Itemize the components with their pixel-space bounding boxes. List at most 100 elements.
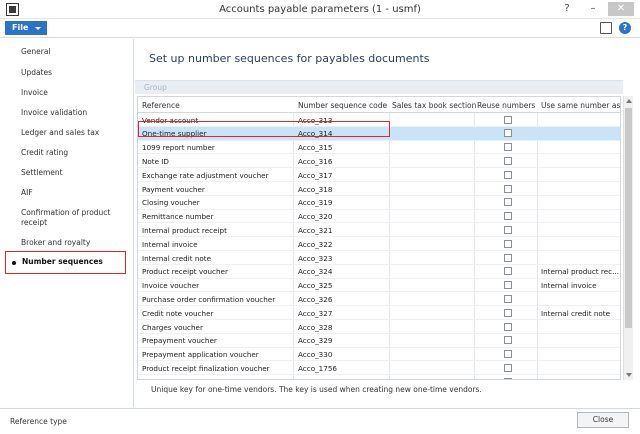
grid-scrollbar[interactable]: [623, 96, 633, 380]
reuse-numbers-checkbox[interactable]: [504, 225, 512, 234]
status-bar: Reference type Close: [0, 408, 640, 434]
cell-number-sequence-code[interactable]: Acco_320: [298, 212, 386, 221]
sidebar-item-invoice-validation[interactable]: Invoice validation: [5, 108, 126, 118]
reuse-numbers-checkbox[interactable]: [504, 336, 512, 345]
reuse-numbers-checkbox[interactable]: [504, 281, 512, 290]
reuse-numbers-checkbox[interactable]: [504, 129, 512, 138]
reuse-numbers-checkbox[interactable]: [504, 267, 512, 276]
cell-number-sequence-code[interactable]: Acco_317: [298, 171, 386, 180]
table-row[interactable]: Closing voucher Acco_319: [138, 196, 620, 210]
column-header-reuse-numbers[interactable]: Reuse numbers: [477, 101, 535, 110]
column-header-number-sequence-code[interactable]: Number sequence code: [298, 101, 387, 110]
scroll-down-icon[interactable]: [626, 373, 632, 377]
layout-icon[interactable]: [600, 22, 612, 34]
scroll-up-icon[interactable]: [626, 99, 632, 103]
table-row[interactable]: Credit note voucher Acco_327 Internal cred…: [138, 306, 620, 320]
sidebar-item-settlement[interactable]: Settlement: [5, 168, 126, 178]
cell-number-sequence-code[interactable]: Acco_322: [298, 240, 386, 249]
ribbon-bar: File ?: [0, 19, 640, 38]
reuse-numbers-checkbox[interactable]: [504, 350, 512, 359]
cell-reference: Product receipt voucher: [142, 267, 228, 277]
help-circle-icon[interactable]: ?: [619, 22, 631, 34]
sidebar-item-broker-royalty[interactable]: Broker and royalty: [5, 238, 126, 248]
reuse-numbers-checkbox[interactable]: [504, 377, 512, 379]
cell-number-sequence-code[interactable]: Acco_325: [298, 281, 386, 290]
reuse-numbers-checkbox[interactable]: [504, 143, 512, 152]
file-menu-button[interactable]: File: [5, 21, 47, 35]
minimize-icon[interactable]: –: [580, 2, 606, 16]
cell-number-sequence-code[interactable]: Acco_318: [298, 185, 386, 194]
cell-use-same-number-as[interactable]: Internal invoice: [541, 281, 619, 290]
table-row[interactable]: Prepayment application voucher Acco_330: [138, 348, 620, 362]
sidebar-item-invoice[interactable]: Invoice: [5, 88, 126, 98]
sidebar-item-aif[interactable]: AIF: [5, 188, 126, 198]
reuse-numbers-checkbox[interactable]: [504, 212, 512, 221]
cell-reference: Charges voucher: [142, 322, 203, 332]
cell-number-sequence-code[interactable]: Acco_319: [298, 198, 386, 207]
table-row[interactable]: Invoice voucher Acco_325 Internal invoice: [138, 279, 620, 293]
cell-use-same-number-as[interactable]: Internal credit note: [541, 309, 619, 318]
reuse-numbers-checkbox[interactable]: [504, 198, 512, 207]
close-button[interactable]: Close: [577, 412, 629, 428]
reuse-numbers-checkbox[interactable]: [504, 322, 512, 331]
reuse-numbers-checkbox[interactable]: [504, 156, 512, 165]
table-row[interactable]: Remittance number Acco_320: [138, 210, 620, 224]
cell-reference: Invoice voucher: [142, 281, 200, 291]
cell-reference: Internal invoice: [142, 239, 198, 249]
cell-number-sequence-code[interactable]: Acco_324: [298, 267, 386, 276]
cell-number-sequence-code[interactable]: Acco_1756: [298, 364, 386, 373]
table-row[interactable]: Note ID Acco_316: [138, 154, 620, 169]
cell-number-sequence-code[interactable]: Acco_315: [298, 143, 386, 152]
field-help-text: Unique key for one-time vendors. The key…: [151, 385, 482, 394]
table-row[interactable]: Payment voucher Acco_318: [138, 182, 620, 196]
table-row[interactable]: Purchase order confirmation voucher Acco_…: [138, 292, 620, 307]
help-icon[interactable]: ?: [554, 2, 580, 16]
table-row[interactable]: Royalty contract RoyCon: [138, 375, 620, 379]
cell-number-sequence-code[interactable]: Acco_321: [298, 226, 386, 235]
table-row[interactable]: 1099 report number Acco_315: [138, 141, 620, 155]
reuse-numbers-checkbox[interactable]: [504, 253, 512, 262]
cell-reference: Prepayment voucher: [142, 336, 217, 346]
cell-reference: Remittance number: [142, 212, 214, 222]
column-header-reference[interactable]: Reference: [142, 101, 180, 110]
reuse-numbers-checkbox[interactable]: [504, 239, 512, 248]
table-row[interactable]: Internal credit note Acco_323: [138, 251, 620, 265]
table-row[interactable]: Internal product receipt Acco_321: [138, 223, 620, 238]
page-title: Set up number sequences for payables doc…: [149, 52, 430, 65]
close-window-icon[interactable]: ✕: [608, 2, 634, 16]
table-row[interactable]: Charges voucher Acco_328: [138, 320, 620, 334]
column-header-sales-tax-book-section[interactable]: Sales tax book section: [392, 101, 476, 110]
reuse-numbers-checkbox[interactable]: [504, 294, 512, 303]
cell-number-sequence-code[interactable]: RoyCon: [298, 378, 386, 379]
reuse-numbers-checkbox[interactable]: [504, 184, 512, 193]
cell-number-sequence-code[interactable]: Acco_329: [298, 336, 386, 345]
reuse-numbers-checkbox[interactable]: [504, 115, 512, 124]
sidebar-item-general[interactable]: General: [5, 47, 126, 57]
sidebar-item-label: Number sequences: [22, 257, 103, 266]
cell-reference: Payment voucher: [142, 184, 205, 194]
cell-number-sequence-code[interactable]: Acco_316: [298, 157, 386, 166]
sidebar-item-updates[interactable]: Updates: [5, 68, 126, 78]
sidebar-item-ledger-sales-tax[interactable]: Ledger and sales tax: [5, 128, 126, 138]
sidebar-item-credit-rating[interactable]: Credit rating: [5, 148, 126, 158]
cell-use-same-number-as[interactable]: Internal product rec...: [541, 267, 619, 276]
table-row[interactable]: Exchange rate adjustment voucher Acco_317: [138, 168, 620, 182]
reuse-numbers-checkbox[interactable]: [504, 363, 512, 372]
sidebar-item-confirmation-product-receipt[interactable]: Confirmation of product receipt: [5, 208, 126, 228]
cell-number-sequence-code[interactable]: Acco_327: [298, 309, 386, 318]
table-row[interactable]: Internal invoice Acco_322: [138, 237, 620, 251]
sidebar-item-number-sequences[interactable]: Number sequences: [5, 251, 126, 274]
reuse-numbers-checkbox[interactable]: [504, 170, 512, 179]
table-row[interactable]: Product receipt voucher Acco_324 Internal …: [138, 265, 620, 279]
scrollbar-thumb[interactable]: [625, 108, 632, 328]
group-bar: Group: [135, 80, 623, 94]
column-header-use-same-number-as[interactable]: Use same number as: [541, 101, 620, 110]
reuse-numbers-checkbox[interactable]: [504, 308, 512, 317]
cell-number-sequence-code[interactable]: Acco_328: [298, 323, 386, 332]
cell-reference: Internal product receipt: [142, 225, 227, 235]
cell-number-sequence-code[interactable]: Acco_330: [298, 350, 386, 359]
table-row[interactable]: Product receipt finalization voucher Acco…: [138, 361, 620, 376]
cell-number-sequence-code[interactable]: Acco_326: [298, 295, 386, 304]
cell-number-sequence-code[interactable]: Acco_323: [298, 254, 386, 263]
table-row[interactable]: Prepayment voucher Acco_329: [138, 334, 620, 348]
